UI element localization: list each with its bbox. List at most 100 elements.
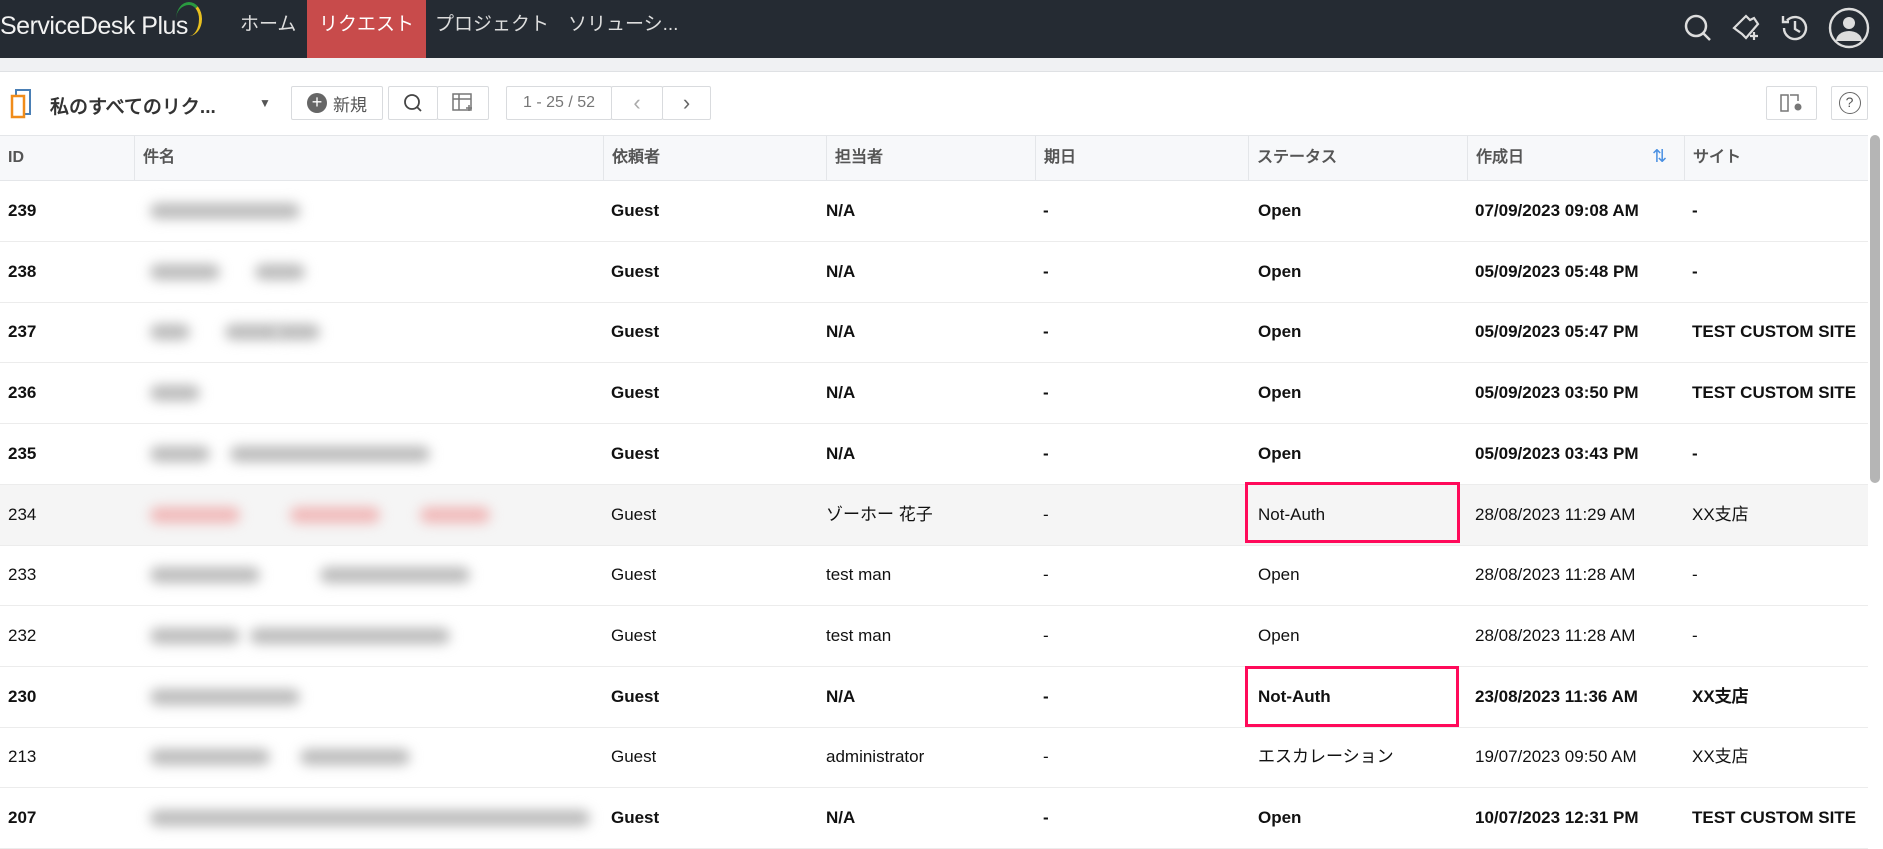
history-icon[interactable]	[1776, 10, 1812, 46]
user-avatar-icon[interactable]	[1828, 7, 1870, 49]
row-site: TEST CUSTOM SITE	[1692, 322, 1857, 342]
plus-icon: +	[307, 93, 327, 113]
row-created-date: 07/09/2023 09:08 AM	[1475, 201, 1639, 220]
redacted-subject[interactable]	[150, 385, 200, 402]
column-chooser-button[interactable]	[437, 86, 489, 120]
redacted-subject[interactable]	[290, 506, 380, 523]
next-page-button[interactable]: ›	[662, 86, 711, 120]
redacted-subject[interactable]	[250, 627, 450, 644]
row-id[interactable]: 213	[8, 727, 36, 787]
col-site[interactable]: サイト	[1684, 136, 1868, 181]
row-due-date: -	[1043, 322, 1049, 342]
row-id[interactable]: 207	[8, 788, 36, 848]
sort-icon[interactable]: ⇅	[1652, 146, 1667, 167]
table-row[interactable]: 236 Guest N/A - Open 05/09/2023 03:50 PM TEST …	[0, 363, 1868, 425]
row-due-date: -	[1043, 686, 1049, 706]
col-requester[interactable]: 依頼者	[603, 136, 826, 181]
row-status: Open	[1258, 443, 1302, 463]
row-requester: Guest	[611, 201, 660, 220]
col-technician[interactable]: 担当者	[826, 136, 1035, 181]
col-subject[interactable]: 件名	[134, 136, 603, 181]
redacted-subject[interactable]	[150, 324, 190, 341]
column-settings-button[interactable]	[1766, 86, 1817, 120]
view-selector[interactable]: 私のすべてのリク...	[50, 92, 216, 119]
col-id[interactable]: ID	[0, 136, 134, 181]
row-id[interactable]: 239	[8, 181, 36, 241]
table-row[interactable]: 235 Guest N/A - Open 05/09/2023 03:43 PM -	[0, 424, 1868, 485]
table-row[interactable]: 238 Guest N/A - Open 05/09/2023 05:48 PM -	[0, 242, 1868, 303]
row-due-date: -	[1043, 747, 1049, 767]
app-logo[interactable]: ServiceDesk Plus	[0, 2, 202, 41]
scrollbar[interactable]	[1868, 135, 1883, 834]
row-requester: Guest	[611, 383, 660, 403]
row-id[interactable]: 232	[8, 606, 36, 666]
row-created-date: 28/08/2023 11:28 AM	[1475, 625, 1636, 645]
row-id[interactable]: 235	[8, 424, 36, 484]
row-site: -	[1692, 201, 1698, 220]
new-ticket-icon[interactable]	[1728, 10, 1764, 46]
row-technician: N/A	[826, 686, 856, 706]
row-due-date: -	[1043, 504, 1049, 524]
table-row[interactable]: 213 Guest administrator - エスカレーション 19/07/2023…	[0, 727, 1868, 789]
redacted-subject[interactable]	[320, 567, 470, 584]
row-created-date: 05/09/2023 03:50 PM	[1475, 383, 1639, 403]
help-button[interactable]: ?	[1831, 86, 1868, 120]
redacted-subject[interactable]	[420, 506, 490, 523]
redacted-subject[interactable]	[255, 263, 305, 280]
table-row[interactable]: 237 Guest N/A - Open 05/09/2023 05:47 PM TEST …	[0, 302, 1868, 364]
search-icon[interactable]	[1680, 10, 1716, 46]
search-button[interactable]	[388, 86, 438, 120]
redacted-subject[interactable]	[230, 445, 430, 462]
redacted-subject[interactable]	[150, 506, 240, 523]
redacted-subject[interactable]	[150, 263, 220, 280]
row-requester: Guest	[611, 322, 660, 342]
redacted-subject[interactable]	[150, 567, 260, 584]
redacted-subject[interactable]	[150, 810, 590, 826]
row-technician: N/A	[826, 322, 856, 342]
table-row[interactable]: 239 Guest N/A - Open 07/09/2023 09:08 AM -	[0, 181, 1868, 242]
row-id[interactable]: 230	[8, 667, 36, 727]
col-due-date[interactable]: 期日	[1035, 136, 1248, 181]
table-row[interactable]: 207 Guest N/A - Open 10/07/2023 12:31 PM TEST …	[0, 788, 1868, 849]
table-row[interactable]: 234 Guest ゾーホー 花子 - Not-Auth 28/08/2023 11:29…	[0, 484, 1868, 546]
row-technician: N/A	[826, 443, 856, 463]
table-row[interactable]: 230 Guest N/A - Not-Auth 23/08/2023 11:36 AM X…	[0, 667, 1868, 728]
prev-page-button[interactable]: ‹	[611, 86, 663, 120]
row-id[interactable]: 234	[8, 485, 36, 545]
row-created-date: 19/07/2023 09:50 AM	[1475, 747, 1637, 767]
separator	[0, 58, 1883, 72]
chevron-down-icon[interactable]: ▼	[259, 96, 271, 110]
redacted-subject[interactable]	[150, 749, 270, 766]
redacted-subject[interactable]	[150, 445, 210, 462]
row-technician: N/A	[826, 261, 856, 281]
nav-solutions[interactable]: ソリューシ...	[556, 0, 690, 58]
help-icon: ?	[1838, 92, 1861, 114]
row-created-date: 05/09/2023 05:47 PM	[1475, 322, 1639, 342]
col-status[interactable]: ステータス	[1248, 136, 1467, 181]
new-request-button[interactable]: + 新規	[291, 86, 383, 120]
nav-home[interactable]: ホーム	[228, 0, 308, 58]
chevron-right-icon: ›	[682, 90, 691, 115]
row-id[interactable]: 237	[8, 302, 36, 362]
nav-projects[interactable]: プロジェクト	[423, 0, 561, 58]
row-requester: Guest	[611, 625, 657, 645]
row-technician: test man	[826, 565, 892, 585]
scrollbar-thumb[interactable]	[1870, 135, 1880, 483]
row-status: Open	[1258, 261, 1302, 281]
table-row[interactable]: 233 Guest test man - Open 28/08/2023 11:28 AM…	[0, 545, 1868, 607]
row-requester: Guest	[611, 686, 660, 706]
redacted-subject[interactable]	[275, 324, 320, 341]
nav-requests[interactable]: リクエスト	[307, 0, 427, 58]
table-row[interactable]: 232 Guest test man - Open 28/08/2023 11:28 AM…	[0, 606, 1868, 667]
row-due-date: -	[1043, 443, 1049, 463]
row-id[interactable]: 233	[8, 545, 36, 605]
redacted-subject[interactable]	[150, 688, 300, 705]
redacted-subject[interactable]	[300, 749, 410, 766]
row-site: XX支店	[1692, 686, 1749, 706]
row-id[interactable]: 236	[8, 363, 36, 423]
row-created-date: 23/08/2023 11:36 AM	[1475, 686, 1638, 706]
redacted-subject[interactable]	[150, 203, 300, 219]
row-id[interactable]: 238	[8, 242, 36, 302]
redacted-subject[interactable]	[225, 324, 280, 341]
redacted-subject[interactable]	[150, 627, 240, 644]
